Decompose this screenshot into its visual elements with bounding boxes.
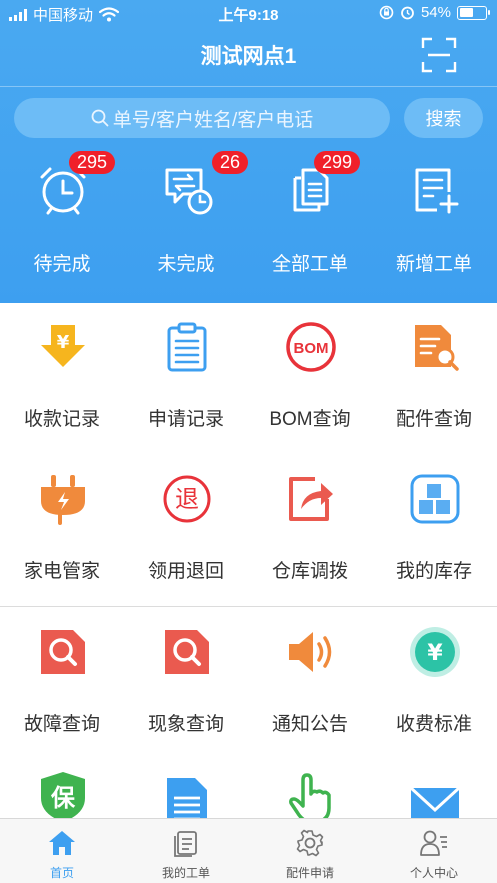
grid-item-parts-query[interactable]: 配件查询 <box>372 303 496 453</box>
alarm-status-icon <box>401 6 414 20</box>
battery-percent: 54% <box>420 4 451 21</box>
summary-new-order[interactable]: 新增工单 <box>372 150 496 290</box>
summary-pending[interactable]: 295 待完成 <box>0 150 124 290</box>
grid-item-application-records[interactable]: 申请记录 <box>124 303 248 453</box>
tab-label: 个人中心 <box>409 866 458 880</box>
search-placeholder: 单号/客户姓名/客户电话 <box>112 109 314 131</box>
grid-item-warranty[interactable]: 保 <box>0 760 124 818</box>
tab-profile[interactable]: 个人中心 <box>372 819 496 883</box>
summary-unfinished[interactable]: 26 未完成 <box>124 150 249 290</box>
badge-all: 299 <box>314 151 361 174</box>
grid-item-announcements[interactable]: 通知公告 <box>248 608 372 758</box>
speaker-icon <box>289 632 332 672</box>
gear-icon <box>296 829 324 857</box>
return-icon: 退 <box>163 475 211 523</box>
tab-parts-request[interactable]: 配件申请 <box>248 819 372 883</box>
summary-label-pending: 待完成 <box>33 254 91 275</box>
search-button[interactable]: 搜索 <box>404 98 483 138</box>
tab-label: 我的工单 <box>161 866 210 880</box>
plug-icon <box>41 475 85 525</box>
fault-search-icon <box>41 630 85 674</box>
orders-icon <box>174 831 197 857</box>
add-document-icon <box>415 168 459 214</box>
parts-search-icon <box>415 325 459 371</box>
yuan-arrow-icon: ¥ <box>41 325 85 367</box>
home-icon <box>49 831 75 855</box>
grid-label: BOM查询 <box>269 409 351 430</box>
tab-my-orders[interactable]: 我的工单 <box>124 819 248 883</box>
svg-text:¥: ¥ <box>57 332 70 353</box>
status-bar: 中国移动 上午9:18 54% <box>0 0 497 28</box>
summary-label-unfinished: 未完成 <box>157 254 215 275</box>
grid-item-fault-query[interactable]: 故障查询 <box>0 608 124 758</box>
grid-label: 收费标准 <box>395 714 472 735</box>
grid-label: 申请记录 <box>147 409 224 430</box>
summary-all[interactable]: 299 全部工单 <box>248 150 372 290</box>
grid-item-document[interactable] <box>124 760 248 818</box>
svg-text:¥: ¥ <box>427 641 443 666</box>
grid-label: 仓库调拨 <box>271 561 348 582</box>
pending-chat-icon <box>165 168 213 215</box>
battery-icon <box>457 5 490 20</box>
grid-item-appliance-manager[interactable]: 家电管家 <box>0 455 124 605</box>
summary-label-all: 全部工单 <box>271 254 348 275</box>
tab-home[interactable]: 首页 <box>0 819 124 883</box>
grid-item-fee-standards[interactable]: ¥ 收费标准 <box>372 608 496 758</box>
clipboard-icon <box>167 322 207 372</box>
badge-unfinished: 26 <box>212 151 249 174</box>
grid-label: 故障查询 <box>23 714 100 735</box>
pointer-hand-icon <box>289 773 331 818</box>
svg-text:退: 退 <box>175 485 199 513</box>
grid-label: 现象查询 <box>147 714 224 735</box>
profile-icon <box>420 830 447 856</box>
rotation-lock-icon <box>379 5 394 20</box>
grid-label: 收款记录 <box>23 409 100 430</box>
grid-label: 我的库存 <box>395 561 472 582</box>
header-divider <box>0 86 497 87</box>
share-icon <box>289 477 333 521</box>
grid-item-my-inventory[interactable]: 我的库存 <box>372 455 496 605</box>
grid-label: 家电管家 <box>23 561 100 582</box>
document-icon <box>167 778 207 818</box>
tab-bar: 首页 我的工单 配件申请 个人中心 <box>0 818 497 883</box>
symptom-search-icon <box>165 630 209 674</box>
grid-item-symptom-query[interactable]: 现象查询 <box>124 608 248 758</box>
tab-label: 首页 <box>49 866 74 880</box>
mail-icon <box>409 786 461 818</box>
grid-item-messages[interactable] <box>372 760 496 818</box>
scan-icon[interactable] <box>421 37 457 73</box>
grid-label: 通知公告 <box>271 714 348 735</box>
search-input[interactable]: 单号/客户姓名/客户电话 <box>14 98 390 138</box>
grid-item-warehouse-transfer[interactable]: 仓库调拨 <box>248 455 372 605</box>
grid-label: 领用退回 <box>147 561 224 582</box>
warranty-shield-icon: 保 <box>41 772 85 818</box>
bom-icon: BOM <box>286 322 336 372</box>
svg-text:保: 保 <box>50 784 76 812</box>
section-divider <box>0 606 497 607</box>
grid-item-tap[interactable] <box>248 760 372 818</box>
summary-label-new-order: 新增工单 <box>395 254 472 275</box>
boxes-icon <box>410 474 460 524</box>
grid-item-return[interactable]: 退 领用退回 <box>124 455 248 605</box>
header-area: 中国移动 上午9:18 54% 测试网点1 单号/客户姓名/客户电话 搜索 29… <box>0 0 497 303</box>
grid-label: 配件查询 <box>395 409 472 430</box>
grid-item-payment-records[interactable]: ¥ 收款记录 <box>0 303 124 453</box>
grid-item-bom-query[interactable]: BOM BOM查询 <box>248 303 372 453</box>
tab-label: 配件申请 <box>285 866 334 880</box>
yuan-coin-icon: ¥ <box>410 627 460 677</box>
search-icon <box>91 109 109 127</box>
badge-pending: 295 <box>69 151 116 174</box>
svg-text:BOM: BOM <box>294 340 329 357</box>
